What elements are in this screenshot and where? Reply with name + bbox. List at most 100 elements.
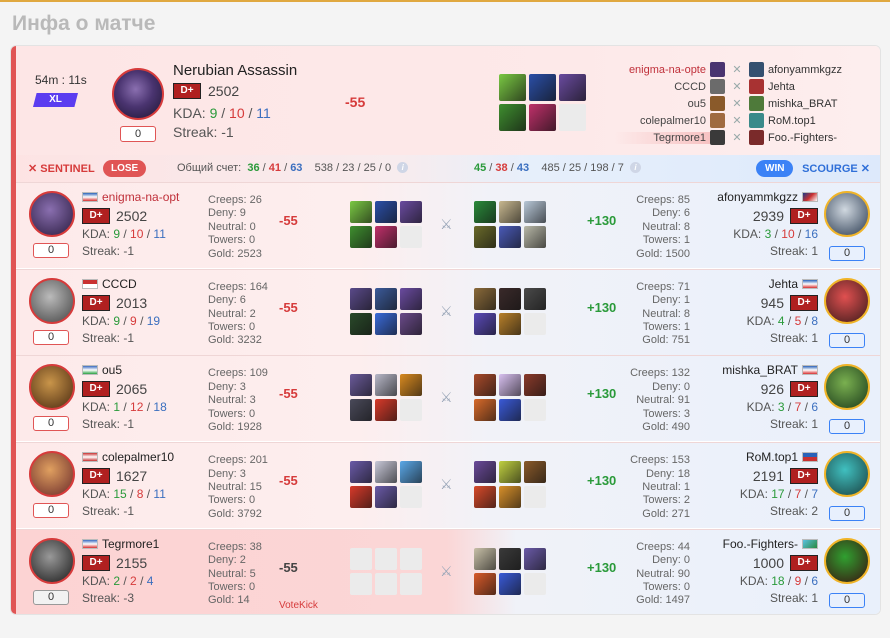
item-slot[interactable] bbox=[375, 226, 397, 248]
item-slot[interactable] bbox=[350, 374, 372, 397]
item-slot[interactable] bbox=[474, 461, 496, 484]
hero-portrait[interactable] bbox=[29, 451, 75, 498]
item-slot[interactable] bbox=[474, 287, 496, 310]
rating-value: 2502 bbox=[208, 83, 240, 99]
player-name[interactable]: afonyammkgzz bbox=[717, 190, 818, 204]
item-slot[interactable] bbox=[524, 547, 546, 570]
item-slot[interactable] bbox=[400, 399, 422, 422]
item-slot[interactable] bbox=[400, 374, 422, 397]
item-slot[interactable] bbox=[400, 486, 422, 509]
item-slot[interactable] bbox=[400, 461, 422, 484]
item-slot[interactable] bbox=[350, 461, 372, 484]
lineup-right-name[interactable]: Jehta bbox=[764, 81, 795, 93]
info-icon[interactable]: i bbox=[397, 162, 409, 173]
scourge-label: SCOURGE ✕ bbox=[802, 163, 870, 175]
hero-portrait[interactable] bbox=[824, 191, 870, 237]
item-slot[interactable] bbox=[524, 572, 546, 595]
item-slot[interactable] bbox=[350, 547, 372, 570]
item-slot[interactable] bbox=[375, 461, 397, 484]
hero-portrait[interactable] bbox=[824, 451, 870, 498]
lineup-right-name[interactable]: mishka_BRAT bbox=[764, 98, 837, 110]
item-slot[interactable] bbox=[474, 312, 496, 335]
item-slot[interactable] bbox=[499, 312, 521, 335]
item-slot[interactable] bbox=[400, 312, 422, 335]
item-slot[interactable] bbox=[499, 486, 521, 509]
item-slot[interactable] bbox=[474, 572, 496, 595]
player-name[interactable]: enigma-na-opte bbox=[82, 190, 180, 204]
item-slot[interactable] bbox=[375, 399, 397, 422]
item-slot[interactable] bbox=[375, 201, 397, 223]
item-slot[interactable] bbox=[499, 461, 521, 484]
item-slot[interactable] bbox=[499, 287, 521, 310]
item-slot[interactable] bbox=[474, 547, 496, 570]
item-slot[interactable] bbox=[350, 312, 372, 335]
item-slot[interactable] bbox=[474, 201, 496, 223]
item-slot[interactable] bbox=[400, 572, 422, 595]
item-slot[interactable] bbox=[499, 547, 521, 570]
item-slot[interactable] bbox=[524, 461, 546, 484]
item-slot[interactable] bbox=[499, 226, 521, 248]
item-slot[interactable] bbox=[529, 74, 556, 101]
item-slot[interactable] bbox=[474, 226, 496, 248]
item-slot[interactable] bbox=[524, 201, 546, 223]
item-slot[interactable] bbox=[499, 74, 526, 101]
player-name[interactable]: RoM.top1 bbox=[746, 450, 818, 464]
item-slot[interactable] bbox=[524, 226, 546, 248]
item-slot[interactable] bbox=[400, 287, 422, 310]
lineup-left-name[interactable]: enigma-na-opte bbox=[615, 64, 710, 76]
lineup-left-name[interactable]: CCCD bbox=[615, 81, 710, 93]
item-slot[interactable] bbox=[524, 374, 546, 397]
item-slot[interactable] bbox=[499, 374, 521, 397]
item-slot[interactable] bbox=[375, 374, 397, 397]
item-slot[interactable] bbox=[524, 486, 546, 509]
item-slot[interactable] bbox=[559, 74, 586, 101]
item-slot[interactable] bbox=[350, 287, 372, 310]
item-slot[interactable] bbox=[400, 226, 422, 248]
lineup-right-name[interactable]: RoM.top1 bbox=[764, 115, 816, 127]
item-slot[interactable] bbox=[375, 486, 397, 509]
player-name[interactable]: colepalmer10 bbox=[82, 450, 180, 464]
lineup-right-name[interactable]: afonyammkgzz bbox=[764, 64, 842, 76]
player-name[interactable]: Jehta bbox=[769, 277, 818, 291]
lineup-left-name[interactable]: ou5 bbox=[615, 98, 710, 110]
item-slot[interactable] bbox=[524, 312, 546, 335]
hero-portrait[interactable] bbox=[824, 537, 870, 584]
item-slot[interactable] bbox=[499, 201, 521, 223]
player-name[interactable]: ou5 bbox=[82, 363, 180, 377]
hero-portrait[interactable] bbox=[29, 277, 75, 324]
item-slot[interactable] bbox=[350, 201, 372, 223]
hero-portrait[interactable] bbox=[29, 191, 75, 237]
item-slot[interactable] bbox=[375, 547, 397, 570]
item-slot[interactable] bbox=[499, 104, 526, 131]
hero-portrait[interactable] bbox=[824, 277, 870, 324]
item-slot[interactable] bbox=[559, 104, 586, 131]
item-slot[interactable] bbox=[524, 287, 546, 310]
item-slot[interactable] bbox=[474, 399, 496, 422]
hero-portrait[interactable] bbox=[29, 537, 75, 584]
lineup-left-name[interactable]: colepalmer10 bbox=[615, 115, 710, 127]
info-icon[interactable]: i bbox=[629, 162, 641, 173]
item-slot[interactable] bbox=[350, 572, 372, 595]
lineup-right-name[interactable]: Foo.-Fighters- bbox=[764, 132, 837, 144]
item-slot[interactable] bbox=[524, 399, 546, 422]
item-slot[interactable] bbox=[350, 486, 372, 509]
item-slot[interactable] bbox=[400, 201, 422, 223]
item-slot[interactable] bbox=[499, 572, 521, 595]
item-slot[interactable] bbox=[375, 287, 397, 310]
item-slot[interactable] bbox=[375, 312, 397, 335]
item-slot[interactable] bbox=[400, 547, 422, 570]
player-name[interactable]: Foo.-Fighters- bbox=[723, 537, 818, 551]
player-name[interactable]: mishka_BRAT bbox=[722, 363, 818, 377]
item-slot[interactable] bbox=[474, 486, 496, 509]
player-name[interactable]: CCCD bbox=[82, 277, 180, 291]
item-slot[interactable] bbox=[350, 399, 372, 422]
item-slot[interactable] bbox=[499, 399, 521, 422]
hero-portrait[interactable] bbox=[112, 68, 164, 120]
item-slot[interactable] bbox=[529, 104, 556, 131]
item-slot[interactable] bbox=[350, 226, 372, 248]
item-slot[interactable] bbox=[375, 572, 397, 595]
item-slot[interactable] bbox=[474, 374, 496, 397]
player-name[interactable]: Tegrmore1 bbox=[82, 537, 180, 551]
lineup-left-name[interactable]: Tegrmore1 bbox=[615, 131, 710, 144]
item-grid bbox=[350, 201, 422, 248]
